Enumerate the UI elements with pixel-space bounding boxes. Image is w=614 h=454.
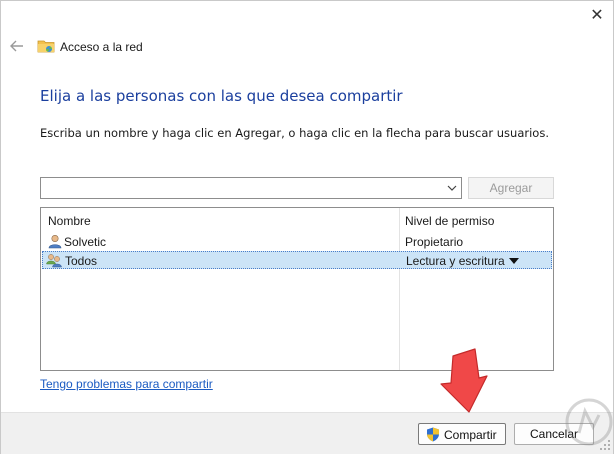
close-button[interactable]: ✕ [579, 1, 614, 29]
instructions-text: Escriba un nombre y haga clic en Agregar… [40, 126, 549, 140]
users-group-icon [46, 254, 62, 268]
uac-shield-icon [427, 427, 439, 442]
column-header-name[interactable]: Nombre [48, 214, 91, 228]
permission-dropdown-icon[interactable] [509, 258, 519, 264]
page-heading: Elija a las personas con las que desea c… [40, 87, 403, 105]
row-permission-level: Propietario [405, 235, 464, 249]
row-user-name: Solvetic [64, 235, 107, 249]
back-button[interactable] [7, 37, 27, 55]
back-arrow-icon [10, 40, 23, 52]
list-row-todos[interactable]: Todos Lectura y escritura [42, 251, 552, 269]
user-name-input[interactable] [43, 180, 443, 196]
sharing-user-list[interactable]: Nombre Nivel de permiso Solvetic Propiet… [40, 207, 554, 371]
row-user-name: Todos [65, 254, 98, 268]
shared-folder-icon [37, 40, 55, 53]
share-button[interactable]: Compartir [418, 423, 506, 445]
close-icon: ✕ [590, 7, 604, 24]
share-button-label: Compartir [444, 428, 497, 442]
row-permission-level[interactable]: Lectura y escritura [406, 254, 505, 268]
annotation-arrow-icon [440, 348, 488, 413]
resize-grip-icon[interactable] [599, 439, 611, 451]
dialog-footer: Compartir Cancelar [1, 412, 613, 454]
chevron-down-icon[interactable] [447, 183, 457, 193]
window-title: Acceso a la red [60, 40, 143, 54]
user-icon [48, 234, 62, 249]
sharing-help-link[interactable]: Tengo problemas para compartir [40, 377, 213, 391]
network-access-dialog: ✕ Acceso a la red Elija a las personas c… [0, 0, 614, 454]
user-name-combobox[interactable] [40, 177, 462, 199]
add-button[interactable]: Agregar [468, 177, 554, 199]
list-row-solvetic[interactable]: Solvetic Propietario [42, 233, 552, 251]
column-header-permission[interactable]: Nivel de permiso [405, 214, 494, 228]
